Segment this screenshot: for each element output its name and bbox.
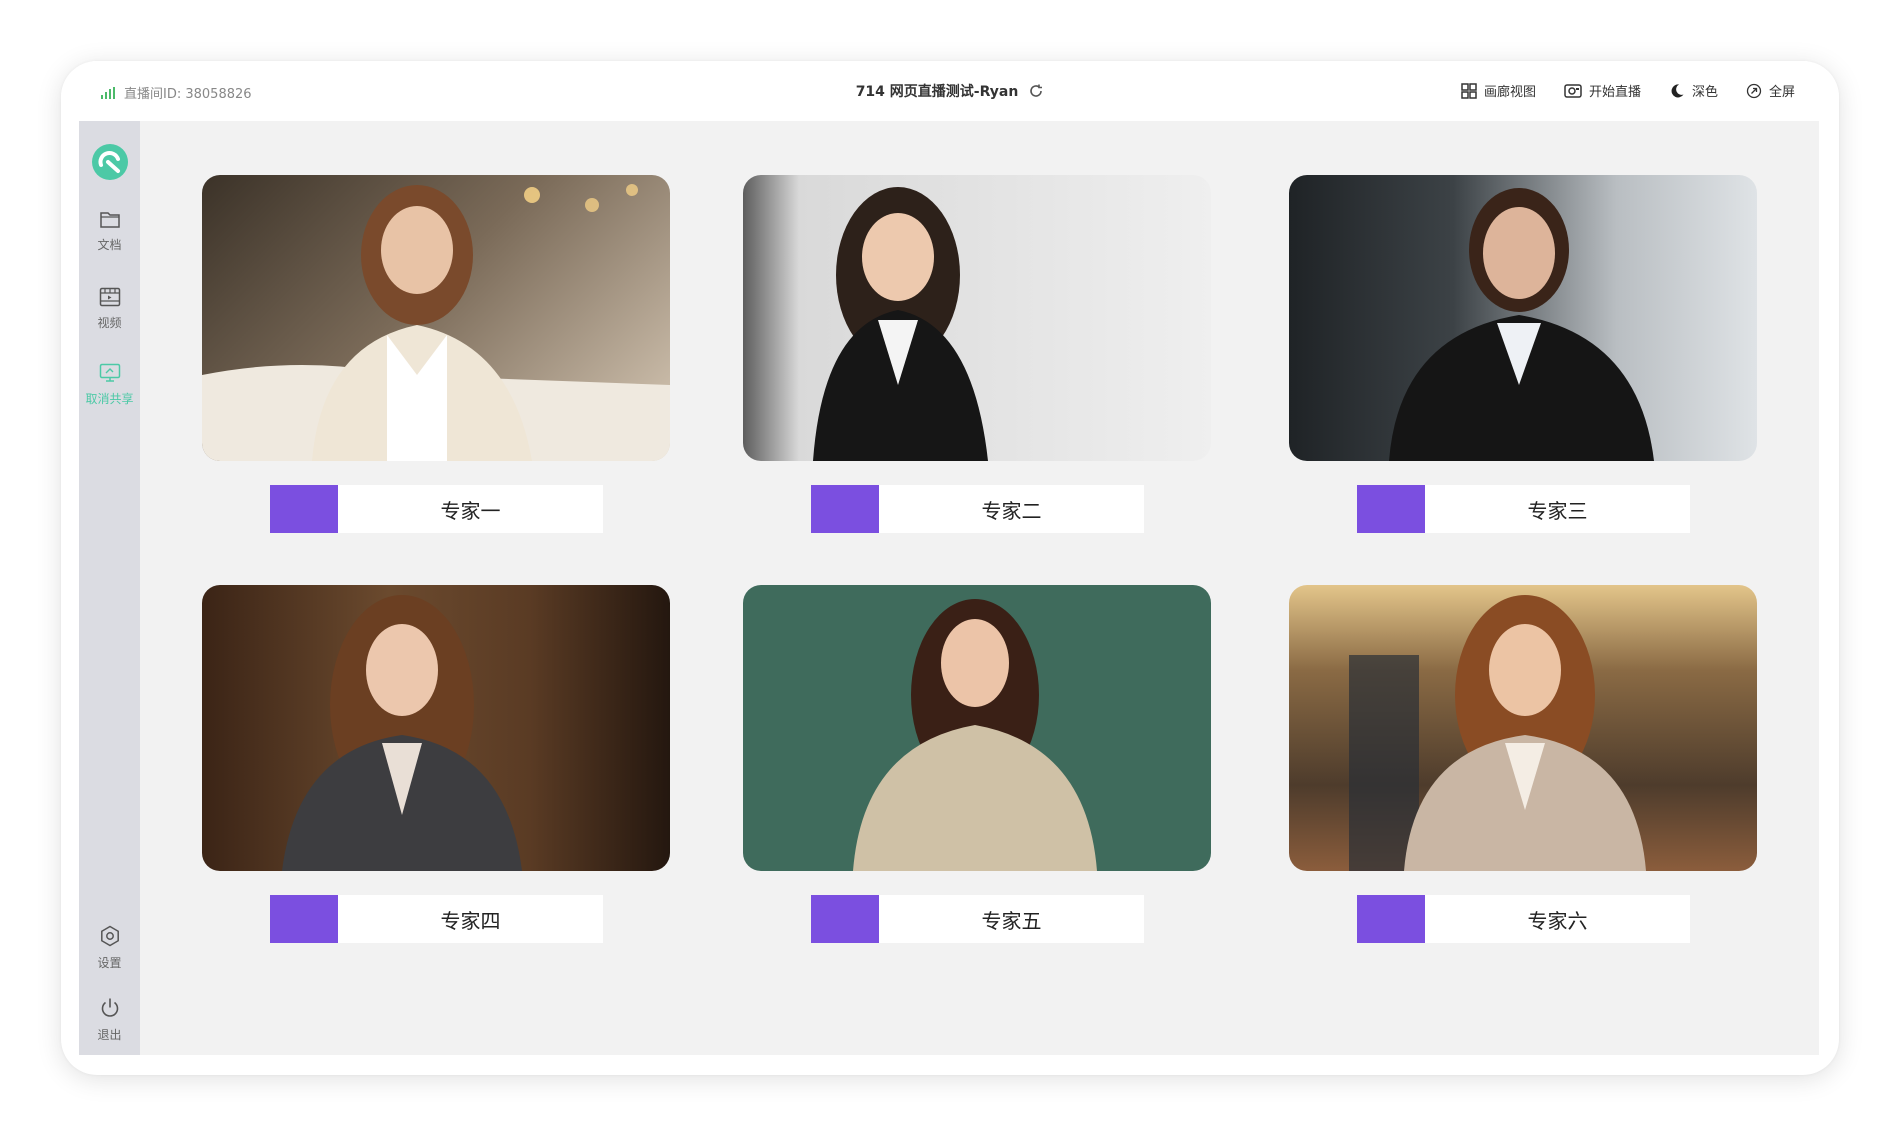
expert-video-tile[interactable] <box>743 585 1211 871</box>
screen-share-icon <box>99 363 121 386</box>
expert-name: 专家一 <box>440 498 501 523</box>
dark-mode-button[interactable]: 深色 <box>1669 81 1718 100</box>
gallery-view-button[interactable]: 画廊视图 <box>1461 81 1536 100</box>
gallery-view-label: 画廊视图 <box>1483 85 1536 100</box>
expert-nameplate: 专家六 <box>1357 895 1690 943</box>
nameplate-swatch <box>811 485 879 533</box>
header-actions: 画廊视图 开始直播 深色 全屏 <box>1461 81 1795 100</box>
expert-card[interactable]: 专家六 <box>1289 585 1757 943</box>
sidebar-item-video[interactable]: 视频 <box>79 287 140 331</box>
refresh-icon[interactable] <box>1028 83 1044 99</box>
settings-icon <box>99 925 121 950</box>
expert-video-tile[interactable] <box>743 175 1211 461</box>
expert-card[interactable]: 专家二 <box>743 175 1211 533</box>
fullscreen-label: 全屏 <box>1768 85 1795 100</box>
sidebar-item-label: 设置 <box>97 956 122 970</box>
expert-card[interactable]: 专家一 <box>202 175 670 533</box>
expert-name: 专家五 <box>981 908 1042 933</box>
power-icon <box>99 997 121 1022</box>
fullscreen-button[interactable]: 全屏 <box>1746 81 1795 100</box>
sidebar-item-label: 退出 <box>97 1028 122 1042</box>
nameplate-swatch <box>270 485 338 533</box>
expert-name: 专家二 <box>981 498 1042 523</box>
fullscreen-icon <box>1746 83 1762 99</box>
expert-nameplate: 专家二 <box>811 485 1144 533</box>
expert-nameplate: 专家五 <box>811 895 1144 943</box>
sidebar-item-cancel-share[interactable]: 取消共享 <box>79 363 140 407</box>
expert-video-tile[interactable] <box>1289 585 1757 871</box>
sidebar-item-label: 视频 <box>97 316 122 330</box>
app-logo <box>91 143 129 181</box>
grid-icon <box>1461 82 1477 99</box>
nameplate-swatch <box>811 895 879 943</box>
expert-video-tile[interactable] <box>1289 175 1757 461</box>
folder-icon <box>99 209 121 232</box>
nameplate-swatch <box>1357 485 1425 533</box>
moon-icon <box>1669 83 1685 99</box>
gallery-grid: 专家一 专家二 专家三 专家四 专家五 专家六 <box>140 121 1819 1055</box>
expert-video-tile[interactable] <box>202 175 670 461</box>
expert-name: 专家四 <box>440 908 501 933</box>
dark-mode-label: 深色 <box>1691 85 1718 100</box>
sidebar-item-documents[interactable]: 文档 <box>79 209 140 253</box>
expert-video-tile[interactable] <box>202 585 670 871</box>
sidebar: 文档 视频 取消共享 设置 退出 <box>79 121 140 1055</box>
sidebar-item-label: 文档 <box>97 238 122 252</box>
expert-nameplate: 专家四 <box>270 895 603 943</box>
nameplate-swatch <box>270 895 338 943</box>
expert-nameplate: 专家三 <box>1357 485 1690 533</box>
nameplate-swatch <box>1357 895 1425 943</box>
sidebar-item-logout[interactable]: 退出 <box>79 997 140 1043</box>
expert-card[interactable]: 专家四 <box>202 585 670 943</box>
start-live-button[interactable]: 开始直播 <box>1564 81 1641 100</box>
sidebar-item-settings[interactable]: 设置 <box>79 925 140 971</box>
expert-name: 专家三 <box>1527 498 1588 523</box>
top-bar: 直播间ID: 38058826 714 网页直播测试-Ryan 画廊视图 开始直… <box>61 61 1839 121</box>
start-live-label: 开始直播 <box>1588 85 1641 100</box>
film-icon <box>99 287 121 310</box>
app-window: 直播间ID: 38058826 714 网页直播测试-Ryan 画廊视图 开始直… <box>61 61 1839 1075</box>
expert-card[interactable]: 专家三 <box>1289 175 1757 533</box>
page-title: 714 网页直播测试-Ryan <box>855 84 1019 100</box>
expert-nameplate: 专家一 <box>270 485 603 533</box>
sidebar-item-label: 取消共享 <box>85 392 134 406</box>
expert-card[interactable]: 专家五 <box>743 585 1211 943</box>
camera-icon <box>1564 83 1582 99</box>
expert-name: 专家六 <box>1527 908 1588 933</box>
